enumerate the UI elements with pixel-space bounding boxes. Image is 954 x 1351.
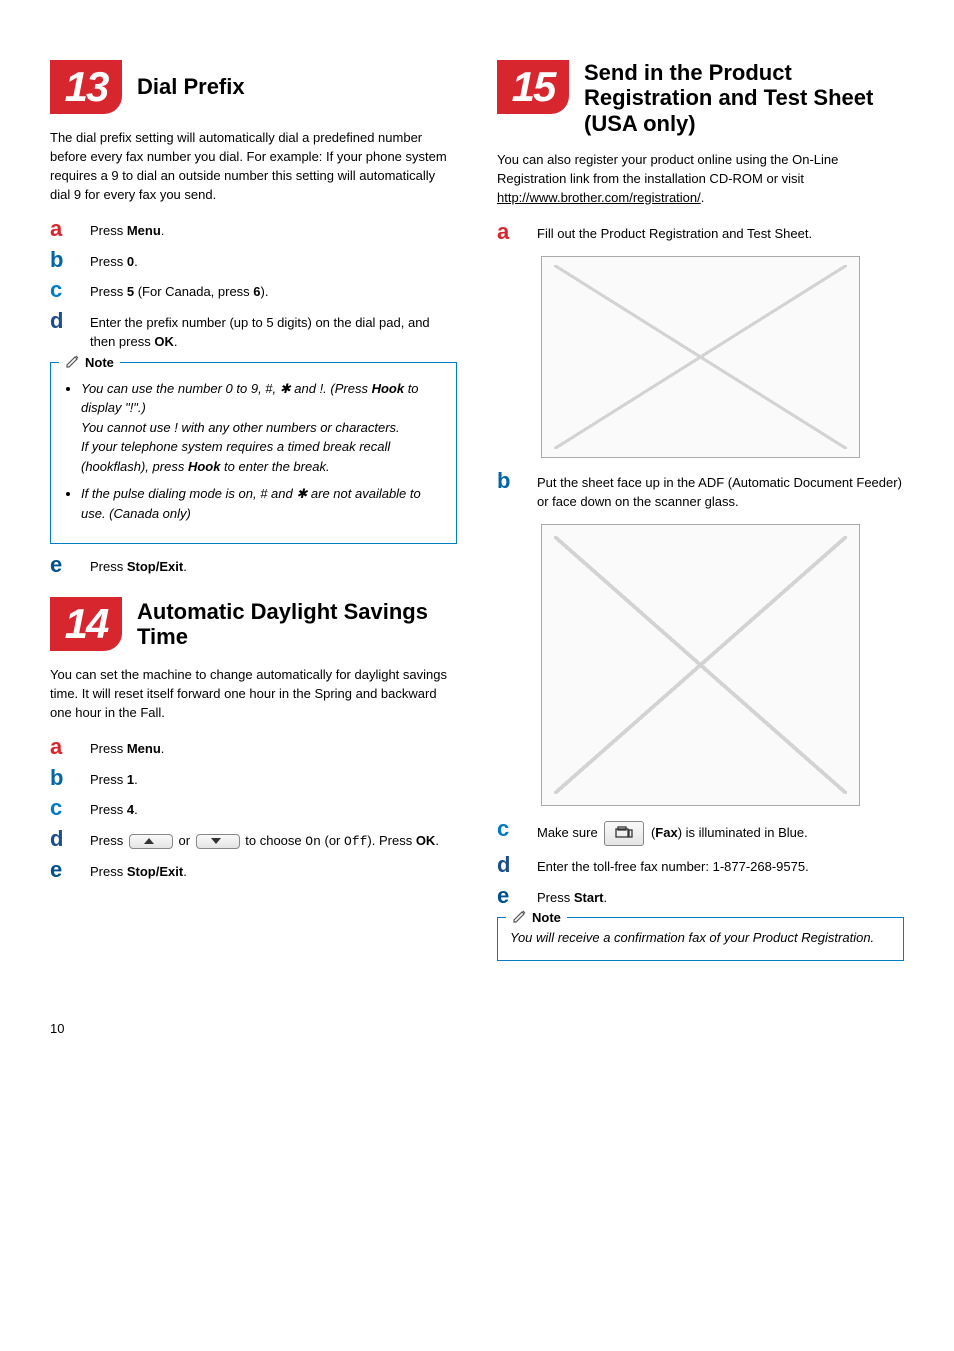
sec13-step-b: Press 0.	[90, 249, 457, 272]
sec14-step-b: Press 1.	[90, 767, 457, 790]
sec13-step-c: Press 5 (For Canada, press 6).	[90, 279, 457, 302]
down-arrow-button	[196, 834, 240, 849]
section-13-header: 13 Dial Prefix	[50, 60, 457, 114]
step-badge-15: 15	[497, 60, 569, 114]
sec13-note-bullet-1: You can use the number 0 to 9, #, ✱ and …	[81, 379, 444, 477]
sec13-step-a: Press Menu.	[90, 218, 457, 241]
section-15-title: Send in the Product Registration and Tes…	[584, 60, 904, 136]
registration-link: http://www.brother.com/registration/	[497, 190, 701, 205]
section-14-intro: You can set the machine to change automa…	[50, 666, 457, 723]
sec13-step-d: Enter the prefix number (up to 5 digits)…	[90, 310, 457, 352]
sec13-note: Note You can use the number 0 to 9, #, ✱…	[50, 362, 457, 545]
section-14-header: 14 Automatic Daylight Savings Time	[50, 597, 457, 651]
sec13-note-bullet-2: If the pulse dialing mode is on, # and ✱…	[81, 484, 444, 523]
section-15-intro: You can also register your product onlin…	[497, 151, 904, 208]
sec14-step-a: Press Menu.	[90, 736, 457, 759]
up-arrow-button	[129, 834, 173, 849]
sec14-step-c: Press 4.	[90, 797, 457, 820]
sec14-letter-d: d	[50, 828, 90, 850]
sec15-step-d: Enter the toll-free fax number: 1-877-26…	[537, 854, 904, 877]
registration-sheet-image	[541, 256, 860, 458]
step-letter-e: e	[50, 554, 90, 576]
sec15-step-a: Fill out the Product Registration and Te…	[537, 221, 904, 244]
sec14-step-d: Press or to choose On (or Off). Press OK…	[90, 828, 457, 852]
printer-adf-image	[541, 524, 860, 806]
step-badge-13: 13	[50, 60, 122, 114]
section-13-intro: The dial prefix setting will automatical…	[50, 129, 457, 204]
step-badge-14: 14	[50, 597, 122, 651]
note-icon	[65, 353, 81, 372]
section-14-title: Automatic Daylight Savings Time	[137, 599, 457, 650]
sec15-letter-e: e	[497, 885, 537, 907]
page-number: 10	[50, 1021, 904, 1036]
note-icon	[512, 908, 528, 927]
sec15-note: Note You will receive a confirmation fax…	[497, 917, 904, 961]
sec15-step-b: Put the sheet face up in the ADF (Automa…	[537, 470, 904, 512]
sec14-letter-b: b	[50, 767, 90, 789]
sec14-step-e: Press Stop/Exit.	[90, 859, 457, 882]
step-letter-a: a	[50, 218, 90, 240]
step-letter-d: d	[50, 310, 90, 332]
sec15-letter-b: b	[497, 470, 537, 492]
fax-icon	[604, 821, 644, 847]
sec15-letter-c: c	[497, 818, 537, 840]
step-letter-b: b	[50, 249, 90, 271]
sec15-step-c: Make sure (Fax) is illuminated in Blue.	[537, 818, 904, 847]
sec15-step-e: Press Start.	[537, 885, 904, 908]
sec15-letter-a: a	[497, 221, 537, 243]
section-13-title: Dial Prefix	[137, 74, 245, 99]
sec14-letter-a: a	[50, 736, 90, 758]
sec15-letter-d: d	[497, 854, 537, 876]
sec14-letter-e: e	[50, 859, 90, 881]
sec14-letter-c: c	[50, 797, 90, 819]
sec13-step-e: Press Stop/Exit.	[90, 554, 457, 577]
step-letter-c: c	[50, 279, 90, 301]
sec15-note-body: You will receive a confirmation fax of y…	[510, 928, 891, 948]
section-15-header: 15 Send in the Product Registration and …	[497, 60, 904, 136]
